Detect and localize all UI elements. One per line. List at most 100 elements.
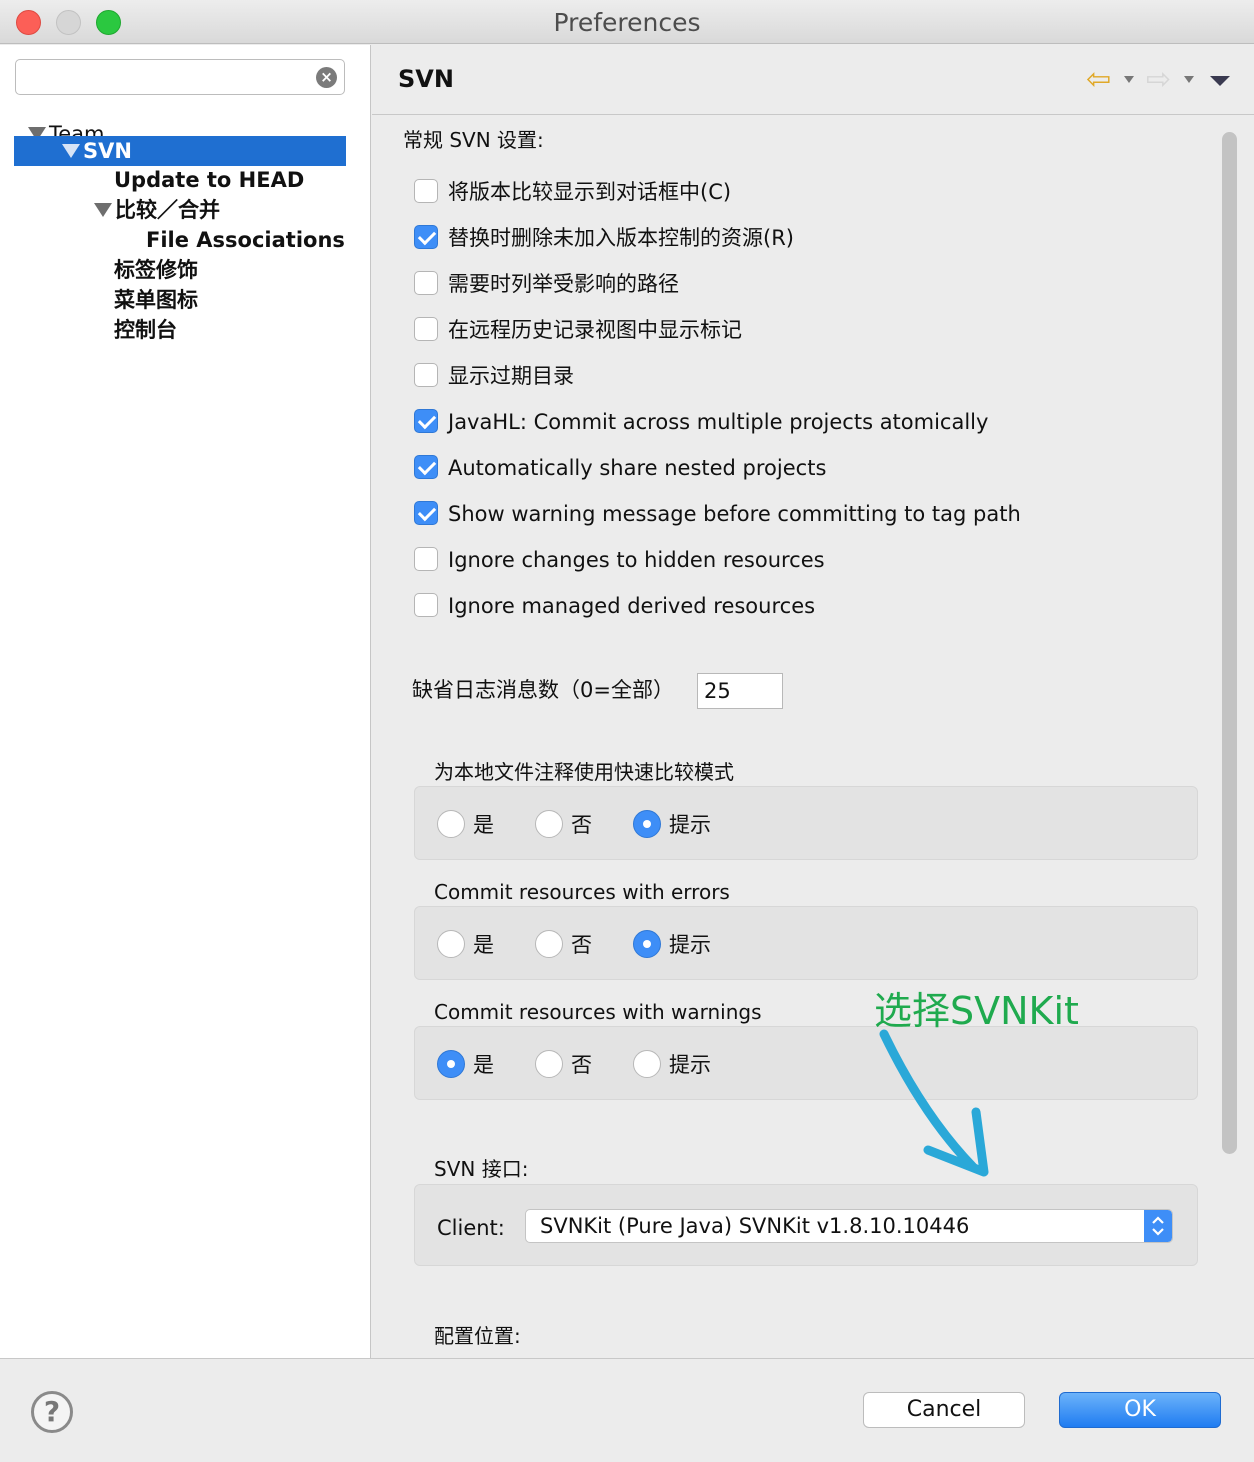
search-input[interactable]: ×: [15, 59, 345, 95]
tree-item-file-associations[interactable]: File Associations: [146, 225, 345, 255]
tree-item-update-to-head[interactable]: Update to HEAD: [114, 165, 304, 195]
svn-interface-label: SVN 接口:: [434, 1157, 529, 1181]
back-arrow-icon[interactable]: ⇦: [1086, 65, 1111, 95]
clear-search-icon[interactable]: ×: [316, 67, 337, 88]
quick-diff-radio-group: 是 否 提示: [414, 786, 1198, 860]
commit-errors-group-label: Commit resources with errors: [434, 880, 730, 904]
radio-button[interactable]: [535, 810, 563, 838]
checkbox[interactable]: [414, 547, 438, 571]
checkbox-label: Show warning message before committing t…: [448, 502, 1021, 526]
forward-history-dropdown-icon[interactable]: [1184, 76, 1194, 83]
radio-button[interactable]: [633, 1050, 661, 1078]
checkbox-label: JavaHL: Commit across multiple projects …: [448, 410, 989, 434]
checkbox-label: 在远程历史记录视图中显示标记: [448, 318, 742, 342]
radio-label: 否: [571, 813, 592, 837]
checkbox-share-nested-projects[interactable]: Automatically share nested projects: [414, 455, 826, 481]
view-menu-icon[interactable]: [1210, 76, 1230, 86]
checkbox[interactable]: [414, 271, 438, 295]
log-count-label: 缺省日志消息数（0=全部）: [412, 678, 674, 702]
checkbox-label: 显示过期目录: [448, 364, 574, 388]
client-label: Client:: [437, 1216, 505, 1240]
radio-label: 是: [473, 1053, 494, 1077]
radio-label: 提示: [669, 813, 711, 837]
checkbox-show-compare-in-dialog[interactable]: 将版本比较显示到对话框中(C): [414, 179, 731, 205]
radio-label: 是: [473, 933, 494, 957]
checkbox-show-tags-in-history[interactable]: 在远程历史记录视图中显示标记: [414, 317, 742, 343]
checkbox[interactable]: [414, 363, 438, 387]
radio-button[interactable]: [437, 930, 465, 958]
checkbox[interactable]: [414, 179, 438, 203]
checkbox-label: Ignore managed derived resources: [448, 594, 816, 618]
expanded-triangle-icon[interactable]: [94, 203, 112, 217]
radio-option-prompt[interactable]: 提示: [633, 930, 711, 960]
checkbox-list-affected-paths[interactable]: 需要时列举受影响的路径: [414, 271, 679, 297]
general-settings-label: 常规 SVN 设置:: [403, 128, 544, 152]
forward-arrow-icon[interactable]: ⇨: [1146, 65, 1171, 95]
radio-option-no[interactable]: 否: [535, 930, 592, 960]
radio-option-prompt[interactable]: 提示: [633, 810, 711, 840]
radio-label: 是: [473, 813, 494, 837]
radio-button[interactable]: [437, 1050, 465, 1078]
tree-item-menu-icons[interactable]: 菜单图标: [114, 285, 198, 315]
preferences-sidebar: × Team SVN Update to HEAD 比较／合并 File Ass…: [0, 45, 371, 1358]
cancel-button[interactable]: Cancel: [863, 1392, 1025, 1428]
checkbox-label: 替换时删除未加入版本控制的资源(R): [448, 226, 794, 250]
checkbox-delete-unversioned-on-replace[interactable]: 替换时删除未加入版本控制的资源(R): [414, 225, 794, 251]
annotation-arrow-icon: [879, 1029, 989, 1177]
checkbox-label: Ignore changes to hidden resources: [448, 548, 825, 572]
tree-item-svn[interactable]: SVN: [14, 136, 346, 166]
radio-option-no[interactable]: 否: [535, 810, 592, 840]
scrollbar-thumb[interactable]: [1222, 132, 1237, 1154]
radio-button[interactable]: [535, 1050, 563, 1078]
quick-diff-group-label: 为本地文件注释使用快速比较模式: [434, 760, 734, 784]
radio-button[interactable]: [535, 930, 563, 958]
checkbox[interactable]: [414, 593, 438, 617]
config-location-label: 配置位置:: [434, 1324, 521, 1348]
preferences-window: Preferences × Team SVN Update to HEAD 比较…: [0, 0, 1254, 1462]
checkbox[interactable]: [414, 455, 438, 479]
window-title: Preferences: [553, 8, 701, 37]
commit-warnings-radio-group: 是 否 提示: [414, 1026, 1198, 1100]
radio-option-yes[interactable]: 是: [437, 810, 494, 840]
radio-label: 否: [571, 933, 592, 957]
checkbox-warn-tag-commit[interactable]: Show warning message before committing t…: [414, 501, 1021, 527]
checkbox-ignore-hidden-resources[interactable]: Ignore changes to hidden resources: [414, 547, 825, 573]
radio-option-yes[interactable]: 是: [437, 1050, 494, 1080]
tree-item-compare-merge[interactable]: 比较／合并: [94, 195, 220, 225]
ok-button[interactable]: OK: [1059, 1392, 1221, 1428]
page-title: SVN: [398, 65, 454, 93]
select-stepper-icon[interactable]: [1144, 1210, 1172, 1242]
checkbox-label: 需要时列举受影响的路径: [448, 272, 679, 296]
radio-option-no[interactable]: 否: [535, 1050, 592, 1080]
radio-option-yes[interactable]: 是: [437, 930, 494, 960]
checkbox[interactable]: [414, 409, 438, 433]
checkbox[interactable]: [414, 317, 438, 341]
tree-item-label-decorations[interactable]: 标签修饰: [114, 255, 198, 285]
radio-button[interactable]: [633, 930, 661, 958]
radio-label: 提示: [669, 1053, 711, 1077]
tree-item-label: 比较／合并: [115, 198, 220, 222]
checkbox-javahl-atomic-commit[interactable]: JavaHL: Commit across multiple projects …: [414, 409, 988, 435]
log-count-input[interactable]: 25: [697, 673, 783, 709]
checkbox-label: Automatically share nested projects: [448, 456, 827, 480]
checkbox-ignore-derived-resources[interactable]: Ignore managed derived resources: [414, 593, 815, 619]
client-select-value: SVNKit (Pure Java) SVNKit v1.8.10.10446: [540, 1214, 970, 1238]
radio-button[interactable]: [633, 810, 661, 838]
radio-button[interactable]: [437, 810, 465, 838]
checkbox[interactable]: [414, 501, 438, 525]
title-bar: Preferences: [0, 0, 1254, 44]
tree-item-console[interactable]: 控制台: [114, 315, 177, 345]
client-select[interactable]: SVNKit (Pure Java) SVNKit v1.8.10.10446: [525, 1209, 1173, 1243]
back-history-dropdown-icon[interactable]: [1124, 76, 1134, 83]
radio-label: 否: [571, 1053, 592, 1077]
commit-errors-radio-group: 是 否 提示: [414, 906, 1198, 980]
expanded-triangle-icon[interactable]: [62, 144, 80, 158]
checkbox[interactable]: [414, 225, 438, 249]
help-icon[interactable]: ?: [31, 1391, 73, 1433]
tree-item-label: SVN: [83, 139, 132, 163]
content-scrollbar[interactable]: [1220, 128, 1239, 1348]
radio-option-prompt[interactable]: 提示: [633, 1050, 711, 1080]
up-down-chevron-icon: [1152, 1216, 1164, 1236]
checkbox-show-outgoing-folders[interactable]: 显示过期目录: [414, 363, 574, 389]
checkbox-label: 将版本比较显示到对话框中(C): [448, 180, 732, 204]
